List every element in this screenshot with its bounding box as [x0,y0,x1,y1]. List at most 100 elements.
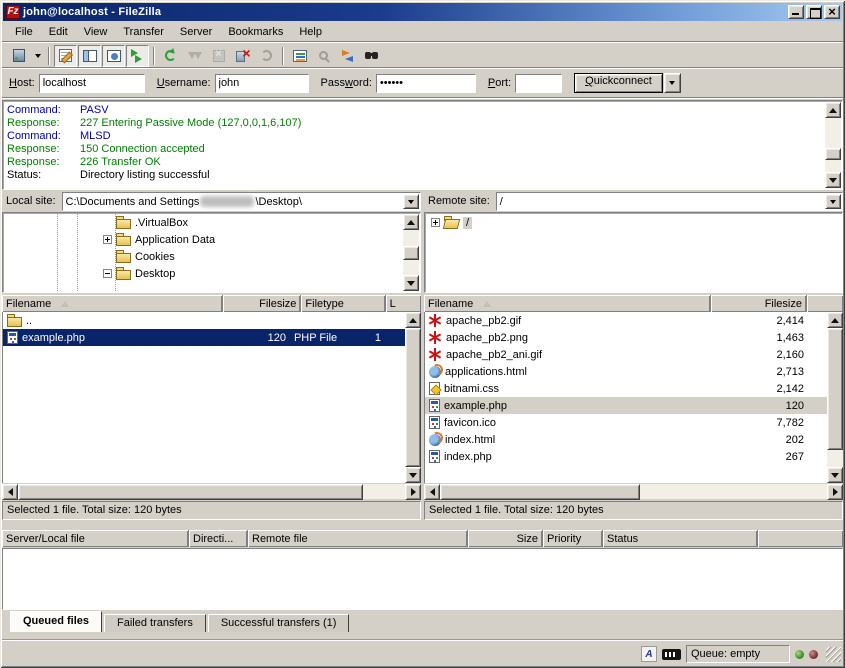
collapse-icon[interactable] [103,269,112,278]
file-row[interactable]: apache_pb2.png 1,463 [425,329,827,346]
tree-item-desktop[interactable]: Desktop [4,265,403,282]
username-input[interactable] [216,77,308,89]
column-header-direction[interactable]: Directi... [189,530,248,547]
tree-item-application-data[interactable]: Application Data [4,231,403,248]
scroll-up-button[interactable] [403,214,419,230]
remote-site-combo[interactable]: / [496,192,843,211]
scrollbar-thumb[interactable] [18,484,363,500]
minimize-button[interactable] [788,5,804,19]
column-header-filename[interactable]: Filename [2,295,223,312]
toggle-message-log-button[interactable] [54,45,77,67]
expand-icon[interactable] [103,235,112,244]
scroll-up-button[interactable] [405,312,421,328]
file-row-parent-dir[interactable]: .. [3,312,405,329]
tab-successful-transfers[interactable]: Successful transfers (1) [208,614,350,632]
scroll-up-button[interactable] [827,312,843,328]
menu-transfer[interactable]: Transfer [115,24,172,40]
scrollbar-thumb[interactable] [440,484,640,500]
local-list-vertical-scrollbar[interactable] [405,312,421,483]
log-line: Status:Directory listing successful [7,169,825,182]
menu-view[interactable]: View [76,24,116,40]
column-header-filetype[interactable]: Filetype [301,295,385,312]
close-button[interactable] [824,5,840,19]
column-header-status[interactable]: Status [603,530,758,547]
menu-edit[interactable]: Edit [41,24,76,40]
column-header-filename[interactable]: Filename [424,295,711,312]
remote-list-vertical-scrollbar[interactable] [827,312,843,483]
scroll-down-button[interactable] [827,467,843,483]
toggle-remote-tree-button[interactable] [102,45,125,67]
quickconnect-button[interactable]: Quickconnect [574,73,663,93]
column-header-last-modified[interactable]: L [386,295,421,312]
file-row-example-php[interactable]: example.php 120 PHP File 1 [3,329,405,346]
site-manager-button[interactable] [7,45,30,67]
scroll-left-button[interactable] [2,484,18,500]
scrollbar-thumb[interactable] [403,246,419,260]
column-header-filesize[interactable]: Filesize [223,295,301,312]
tab-failed-transfers[interactable]: Failed transfers [104,614,206,632]
log-line: Command:MLSD [7,130,825,143]
scroll-down-button[interactable] [825,172,841,188]
local-selection-status: Selected 1 file. Total size: 120 bytes [2,501,421,520]
expand-icon[interactable] [431,218,440,227]
toggle-local-tree-button[interactable] [78,45,101,67]
file-row[interactable]: apache_pb2.gif 2,414 [425,312,827,329]
file-row[interactable]: apache_pb2_ani.gif 2,160 [425,346,827,363]
maximize-button[interactable] [806,5,822,19]
data-type-indicator-icon[interactable] [641,646,657,662]
resize-grip[interactable] [826,647,841,662]
scroll-right-button[interactable] [827,484,843,500]
refresh-button[interactable] [159,45,182,67]
scroll-down-button[interactable] [403,275,419,291]
find-files-button[interactable] [360,45,383,67]
scrollbar-thumb[interactable] [827,328,843,450]
transfer-queue-list[interactable] [2,548,843,610]
local-list-horizontal-scrollbar[interactable] [2,483,421,499]
menu-help[interactable]: Help [291,24,330,40]
remote-file-list-body: apache_pb2.gif 2,414 apache_pb2.png 1,46… [424,312,827,483]
port-input[interactable] [516,77,561,89]
menu-file[interactable]: File [7,24,41,40]
log-vertical-scrollbar[interactable] [825,102,841,188]
php-file-icon [429,450,440,463]
password-input[interactable] [377,77,475,89]
tab-queued-files[interactable]: Queued files [10,611,102,632]
menu-server[interactable]: Server [172,24,220,40]
file-row[interactable]: bitnami.css 2,142 [425,380,827,397]
password-field-wrap [376,74,476,93]
filezilla-app-icon[interactable]: Fz [6,5,20,19]
scroll-up-button[interactable] [825,102,841,118]
file-row-example-php[interactable]: example.php 120 [425,397,827,414]
file-row[interactable]: favicon.ico 7,782 [425,414,827,431]
scroll-right-button[interactable] [405,484,421,500]
file-row[interactable]: applications.html 2,713 [425,363,827,380]
remote-list-horizontal-scrollbar[interactable] [424,483,843,499]
remote-site-dropdown-button[interactable] [825,194,841,209]
disconnect-button[interactable] [231,45,254,67]
local-site-dropdown-button[interactable] [403,194,419,209]
column-header-size[interactable]: Size [468,530,543,547]
quickconnect-dropdown-button[interactable] [664,73,681,93]
file-row[interactable]: index.html 202 [425,431,827,448]
tree-item-cookies[interactable]: Cookies [4,248,403,265]
site-manager-dropdown-button[interactable] [31,45,44,67]
tree-item-root[interactable]: / [426,214,841,231]
column-header-filesize[interactable]: Filesize [711,295,807,312]
menu-bookmarks[interactable]: Bookmarks [220,24,291,40]
file-row[interactable]: index.php 267 [425,448,827,465]
toggle-transfer-queue-button[interactable] [126,45,149,67]
synchronized-browsing-button[interactable] [336,45,359,67]
scroll-down-button[interactable] [405,467,421,483]
directory-listing-filters-button[interactable] [288,45,311,67]
scroll-left-button[interactable] [424,484,440,500]
tree-item-virtualbox[interactable]: .VirtualBox [4,214,403,231]
local-tree-vertical-scrollbar[interactable] [403,214,419,291]
column-header-server-local-file[interactable]: Server/Local file [2,530,189,547]
column-header-priority[interactable]: Priority [543,530,603,547]
local-site-combo[interactable]: C:\Documents and Settings\Desktop\ [62,192,421,211]
scrollbar-thumb[interactable] [825,148,841,160]
scrollbar-thumb[interactable] [405,328,421,467]
speed-limits-icon[interactable] [662,649,681,660]
host-input[interactable] [40,77,144,89]
column-header-remote-file[interactable]: Remote file [248,530,468,547]
